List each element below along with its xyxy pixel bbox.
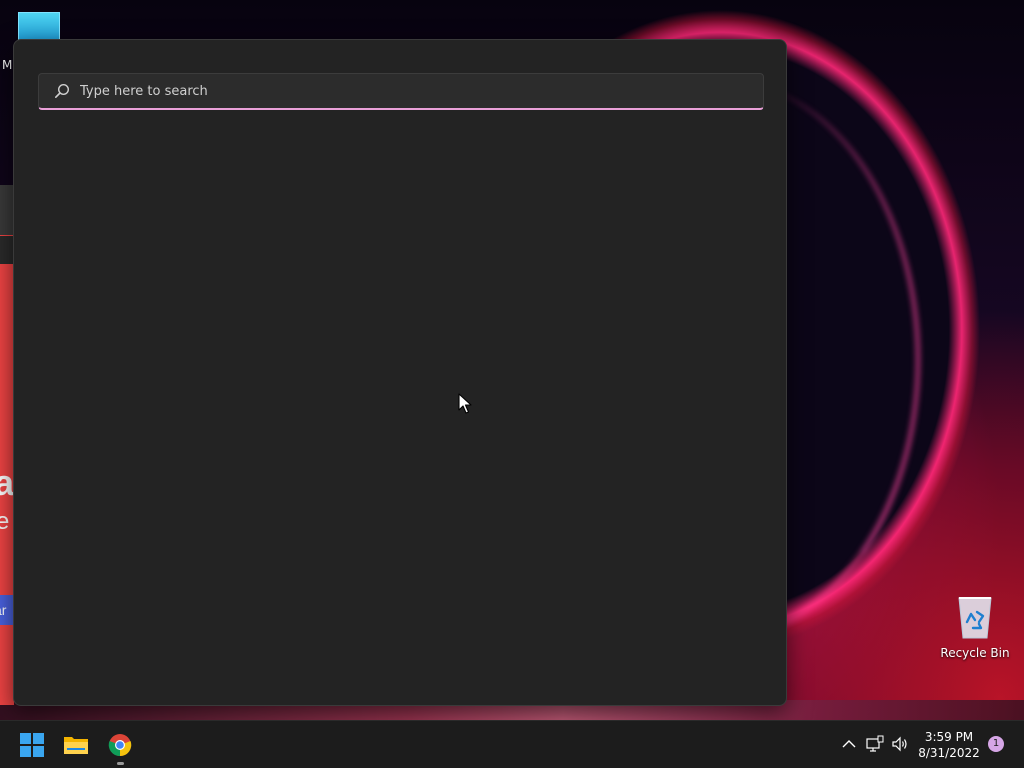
recycle-bin-label: Recycle Bin: [940, 646, 1010, 660]
mouse-cursor-icon: [458, 393, 472, 415]
clock-date: 8/31/2022: [918, 746, 980, 760]
background-window-subheading: e: [0, 508, 10, 535]
search-input[interactable]: [80, 83, 720, 99]
chrome-icon: [108, 734, 132, 757]
background-window-button[interactable]: ar: [0, 595, 14, 625]
recycle-bin[interactable]: Recycle Bin: [940, 594, 1010, 664]
recycle-bin-icon: [955, 594, 995, 640]
network-icon[interactable]: [866, 735, 884, 753]
start-button[interactable]: [16, 729, 48, 761]
clock[interactable]: 3:59 PM 8/31/2022: [916, 729, 982, 761]
search-flyout: [13, 39, 787, 706]
folder-icon: [64, 737, 88, 754]
show-hidden-icons-chevron-icon[interactable]: [840, 735, 858, 753]
chrome-button[interactable]: [104, 729, 136, 761]
desktop-app-label: M: [2, 58, 13, 72]
file-explorer-button[interactable]: [60, 729, 92, 761]
background-window-header: [0, 185, 14, 235]
notification-badge[interactable]: 1: [988, 736, 1004, 752]
taskbar: 3:59 PM 8/31/2022: [0, 720, 1024, 768]
volume-icon[interactable]: [891, 735, 909, 753]
search-box[interactable]: [38, 73, 764, 110]
background-window-heading: a: [0, 462, 15, 503]
search-icon: [54, 83, 70, 99]
background-window-bar: [0, 236, 14, 264]
running-indicator: [117, 762, 124, 765]
windows-logo-icon: [20, 733, 44, 757]
desktop-app-icon[interactable]: [18, 12, 60, 42]
clock-time: 3:59 PM: [924, 730, 974, 744]
